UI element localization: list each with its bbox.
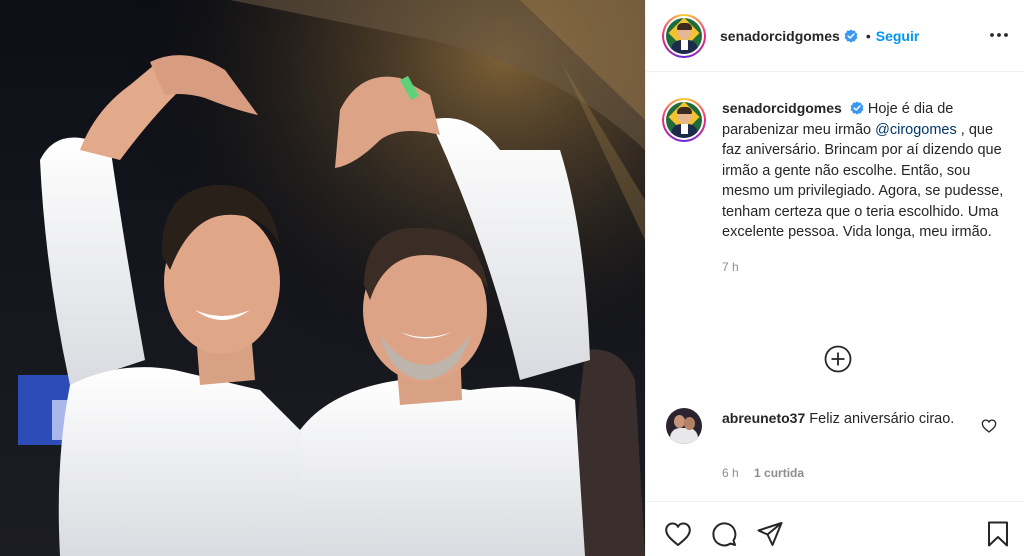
photo-illustration [0, 0, 645, 556]
commenter-username[interactable]: abreuneto37 [722, 410, 805, 426]
caption-text-end: , que faz aniversário. Brincam por aí di… [722, 121, 1004, 241]
comment-likes[interactable]: 1 curtida [754, 466, 804, 480]
heart-icon[interactable] [981, 418, 997, 434]
speech-bubble-icon[interactable] [710, 520, 738, 548]
bookmark-icon[interactable] [984, 520, 1012, 548]
author-username[interactable]: senadorcidgomes [720, 28, 840, 44]
separator-dot: • [865, 27, 871, 44]
comment-timestamp[interactable]: 6 h [722, 466, 739, 480]
caption-author-avatar[interactable] [662, 98, 706, 142]
commenter-avatar[interactable] [666, 408, 702, 444]
more-options-icon[interactable] [989, 26, 1009, 44]
follow-button[interactable]: Seguir [876, 28, 920, 44]
caption-author-username[interactable]: senadorcidgomes [722, 100, 842, 116]
heart-icon[interactable] [664, 520, 692, 548]
caption-timestamp[interactable]: 7 h [722, 257, 1012, 278]
post-details-panel: senadorcidgomes • Seguir senadorcidgomes… [645, 0, 1024, 556]
caption-mention-link[interactable]: @cirogomes [875, 122, 957, 138]
post-photo[interactable] [0, 0, 645, 556]
post-caption: senadorcidgomes Hoje é dia de parabeniza… [662, 98, 1012, 277]
post-action-bar [646, 501, 1024, 556]
verified-badge-icon [844, 28, 858, 43]
verified-badge-icon [850, 101, 864, 115]
comment-text: Feliz aniversário cirao. [809, 411, 955, 427]
paper-plane-icon[interactable] [756, 520, 784, 548]
plus-circle-icon[interactable] [824, 345, 852, 373]
author-avatar[interactable] [662, 13, 706, 58]
post-header: senadorcidgomes • Seguir [646, 0, 1024, 72]
comment-item: abreuneto37 Feliz aniversário cirao. 6 h… [666, 408, 1011, 480]
